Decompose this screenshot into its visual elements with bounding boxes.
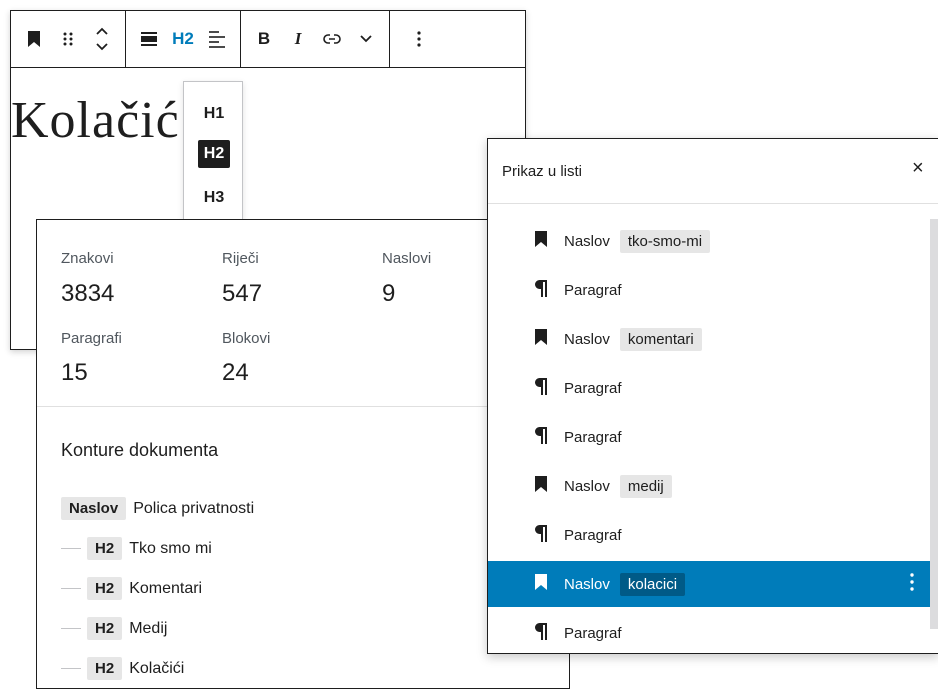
outline-text: Tko smo mi — [129, 539, 212, 557]
outline-connector — [61, 628, 81, 629]
list-view-scrollbar[interactable] — [930, 219, 938, 629]
list-view-item-anchor: komentari — [619, 327, 702, 351]
paragraph-icon — [526, 426, 556, 449]
list-view-item[interactable]: Paragraf — [488, 414, 930, 460]
list-view-item[interactable]: Naslov tko-smo-mi — [488, 218, 930, 264]
bookmark-icon — [526, 475, 556, 497]
bookmark-icon — [526, 328, 556, 350]
outline-item[interactable]: Naslov Polica privatnosti — [61, 497, 254, 520]
toolbar-group-format: H2 — [126, 11, 241, 67]
stat-value-characters: 3834 — [61, 280, 115, 307]
bookmark-icon[interactable] — [17, 19, 51, 59]
list-view-item-anchor: tko-smo-mi — [619, 229, 711, 253]
outline-text: Polica privatnosti — [133, 499, 255, 517]
outline-tag: H2 — [87, 617, 123, 640]
drag-handle-icon[interactable] — [51, 19, 85, 59]
outline-item[interactable]: H2 Komentari — [61, 577, 202, 600]
stat-value-paragraphs: 15 — [61, 359, 88, 386]
toolbar-group-block — [11, 11, 126, 67]
list-view-item-label: Paragraf — [564, 428, 622, 446]
text-align-icon[interactable] — [200, 19, 234, 59]
heading-level-h2[interactable]: H2 — [198, 140, 230, 168]
block-toolbar: H2 B I — [11, 11, 525, 68]
paragraph-icon — [526, 622, 556, 645]
outline-tag: Naslov — [61, 497, 127, 520]
list-view-item[interactable]: Paragraf — [488, 512, 930, 558]
list-view-item-label: Paragraf — [564, 526, 622, 544]
list-view-item[interactable]: Naslov komentari — [488, 316, 930, 362]
outline-tag: H2 — [87, 577, 123, 600]
stat-label-characters: Znakovi — [61, 250, 114, 267]
list-view-item-anchor: kolacici — [619, 572, 686, 596]
outline-connector — [61, 588, 81, 589]
list-view-item-label: Naslov — [564, 477, 610, 495]
list-view-item[interactable]: Naslov kolacici — [488, 561, 930, 607]
stat-label-words: Riječi — [222, 250, 259, 267]
heading-level-h3[interactable]: H3 — [198, 184, 230, 212]
bold-button[interactable]: B — [247, 19, 281, 59]
toolbar-group-rich: B I — [241, 11, 390, 67]
list-view-divider — [488, 203, 938, 204]
stat-label-headings: Naslovi — [382, 250, 432, 267]
outline-connector — [61, 668, 81, 669]
list-view-item[interactable]: Paragraf — [488, 610, 930, 656]
toolbar-group-options — [390, 11, 442, 67]
list-view-item-label: Naslov — [564, 330, 610, 348]
outline-item[interactable]: H2 Medij — [61, 617, 167, 640]
heading-level-h1[interactable]: H1 — [198, 100, 230, 128]
bookmark-icon — [526, 230, 556, 252]
list-view-item-label: Naslov — [564, 232, 610, 250]
more-vertical-icon[interactable] — [402, 19, 436, 59]
heading-level-button[interactable]: H2 — [166, 19, 200, 59]
close-icon[interactable]: × — [912, 157, 924, 180]
outline-text: Medij — [129, 619, 168, 637]
paragraph-icon — [526, 524, 556, 547]
outline-title: Konture dokumenta — [61, 440, 219, 460]
list-view-item[interactable]: Naslov medij — [488, 463, 930, 509]
outline-text: Kolačići — [129, 659, 185, 677]
stat-label-paragraphs: Paragrafi — [61, 330, 122, 347]
italic-button[interactable]: I — [281, 19, 315, 59]
stat-value-headings: 9 — [382, 280, 396, 307]
align-icon[interactable] — [132, 19, 166, 59]
stat-value-blocks: 24 — [222, 359, 249, 386]
link-icon[interactable] — [315, 19, 349, 59]
outline-tag: H2 — [87, 537, 123, 560]
more-vertical-icon[interactable] — [910, 572, 914, 596]
outline-text: Komentari — [129, 579, 203, 597]
bookmark-icon — [526, 573, 556, 595]
list-view-item-label: Paragraf — [564, 281, 622, 299]
outline-connector — [61, 548, 81, 549]
stat-value-words: 547 — [222, 280, 263, 307]
outline-item[interactable]: H2 Tko smo mi — [61, 537, 212, 560]
list-view-item-label: Paragraf — [564, 379, 622, 397]
stat-label-blocks: Blokovi — [222, 330, 271, 347]
list-view-item[interactable]: Paragraf — [488, 365, 930, 411]
list-view-panel: Prikaz u listi × Naslov tko-smo-mi Paragra… — [487, 138, 938, 654]
paragraph-icon — [526, 377, 556, 400]
chevron-down-icon[interactable] — [349, 19, 383, 59]
list-view-item-label: Paragraf — [564, 624, 622, 642]
list-view-title: Prikaz u listi — [502, 163, 583, 180]
list-view-item[interactable]: Paragraf — [488, 267, 930, 313]
chevron-updown-icon[interactable] — [85, 19, 119, 59]
heading-block-text[interactable]: Kolačić — [11, 91, 180, 150]
list-view-item-anchor: medij — [619, 474, 672, 498]
heading-level-menu: H1 H2 H3 — [183, 81, 243, 221]
paragraph-icon — [526, 279, 556, 302]
list-view-item-label: Naslov — [564, 575, 610, 593]
